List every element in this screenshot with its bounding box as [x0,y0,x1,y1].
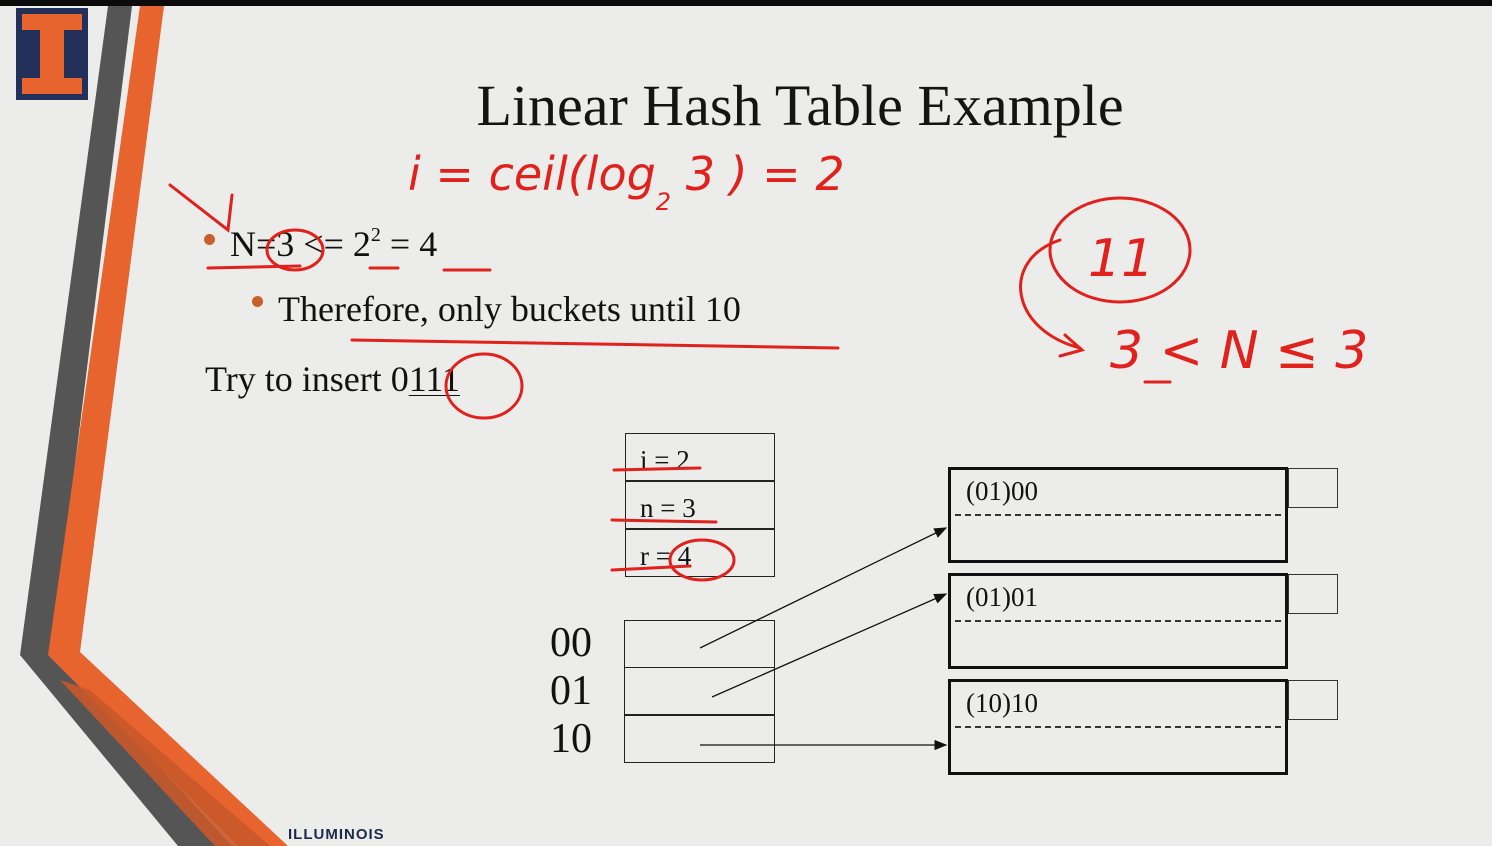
footer-brand: ILLUMINOIS [288,826,385,843]
check-mark-icon [168,183,234,233]
footer-logo-icon: I [264,825,272,845]
circle-mark-icon [265,228,325,272]
annotation-layer: i = ceil(log2 3 ) = 2 11 3 < N ≤ 3 [168,147,1368,751]
circle-mark-icon [668,538,736,582]
handwritten-inequality: 3 < N ≤ 3 [1110,321,1368,381]
circle-mark-icon [444,352,524,420]
pointer-arrow [711,593,948,698]
handwritten-formula: i = ceil(log2 3 ) = 2 [408,147,845,216]
handwritten-circled-digits: 11 [1088,229,1154,289]
pointer-arrow [699,527,948,649]
